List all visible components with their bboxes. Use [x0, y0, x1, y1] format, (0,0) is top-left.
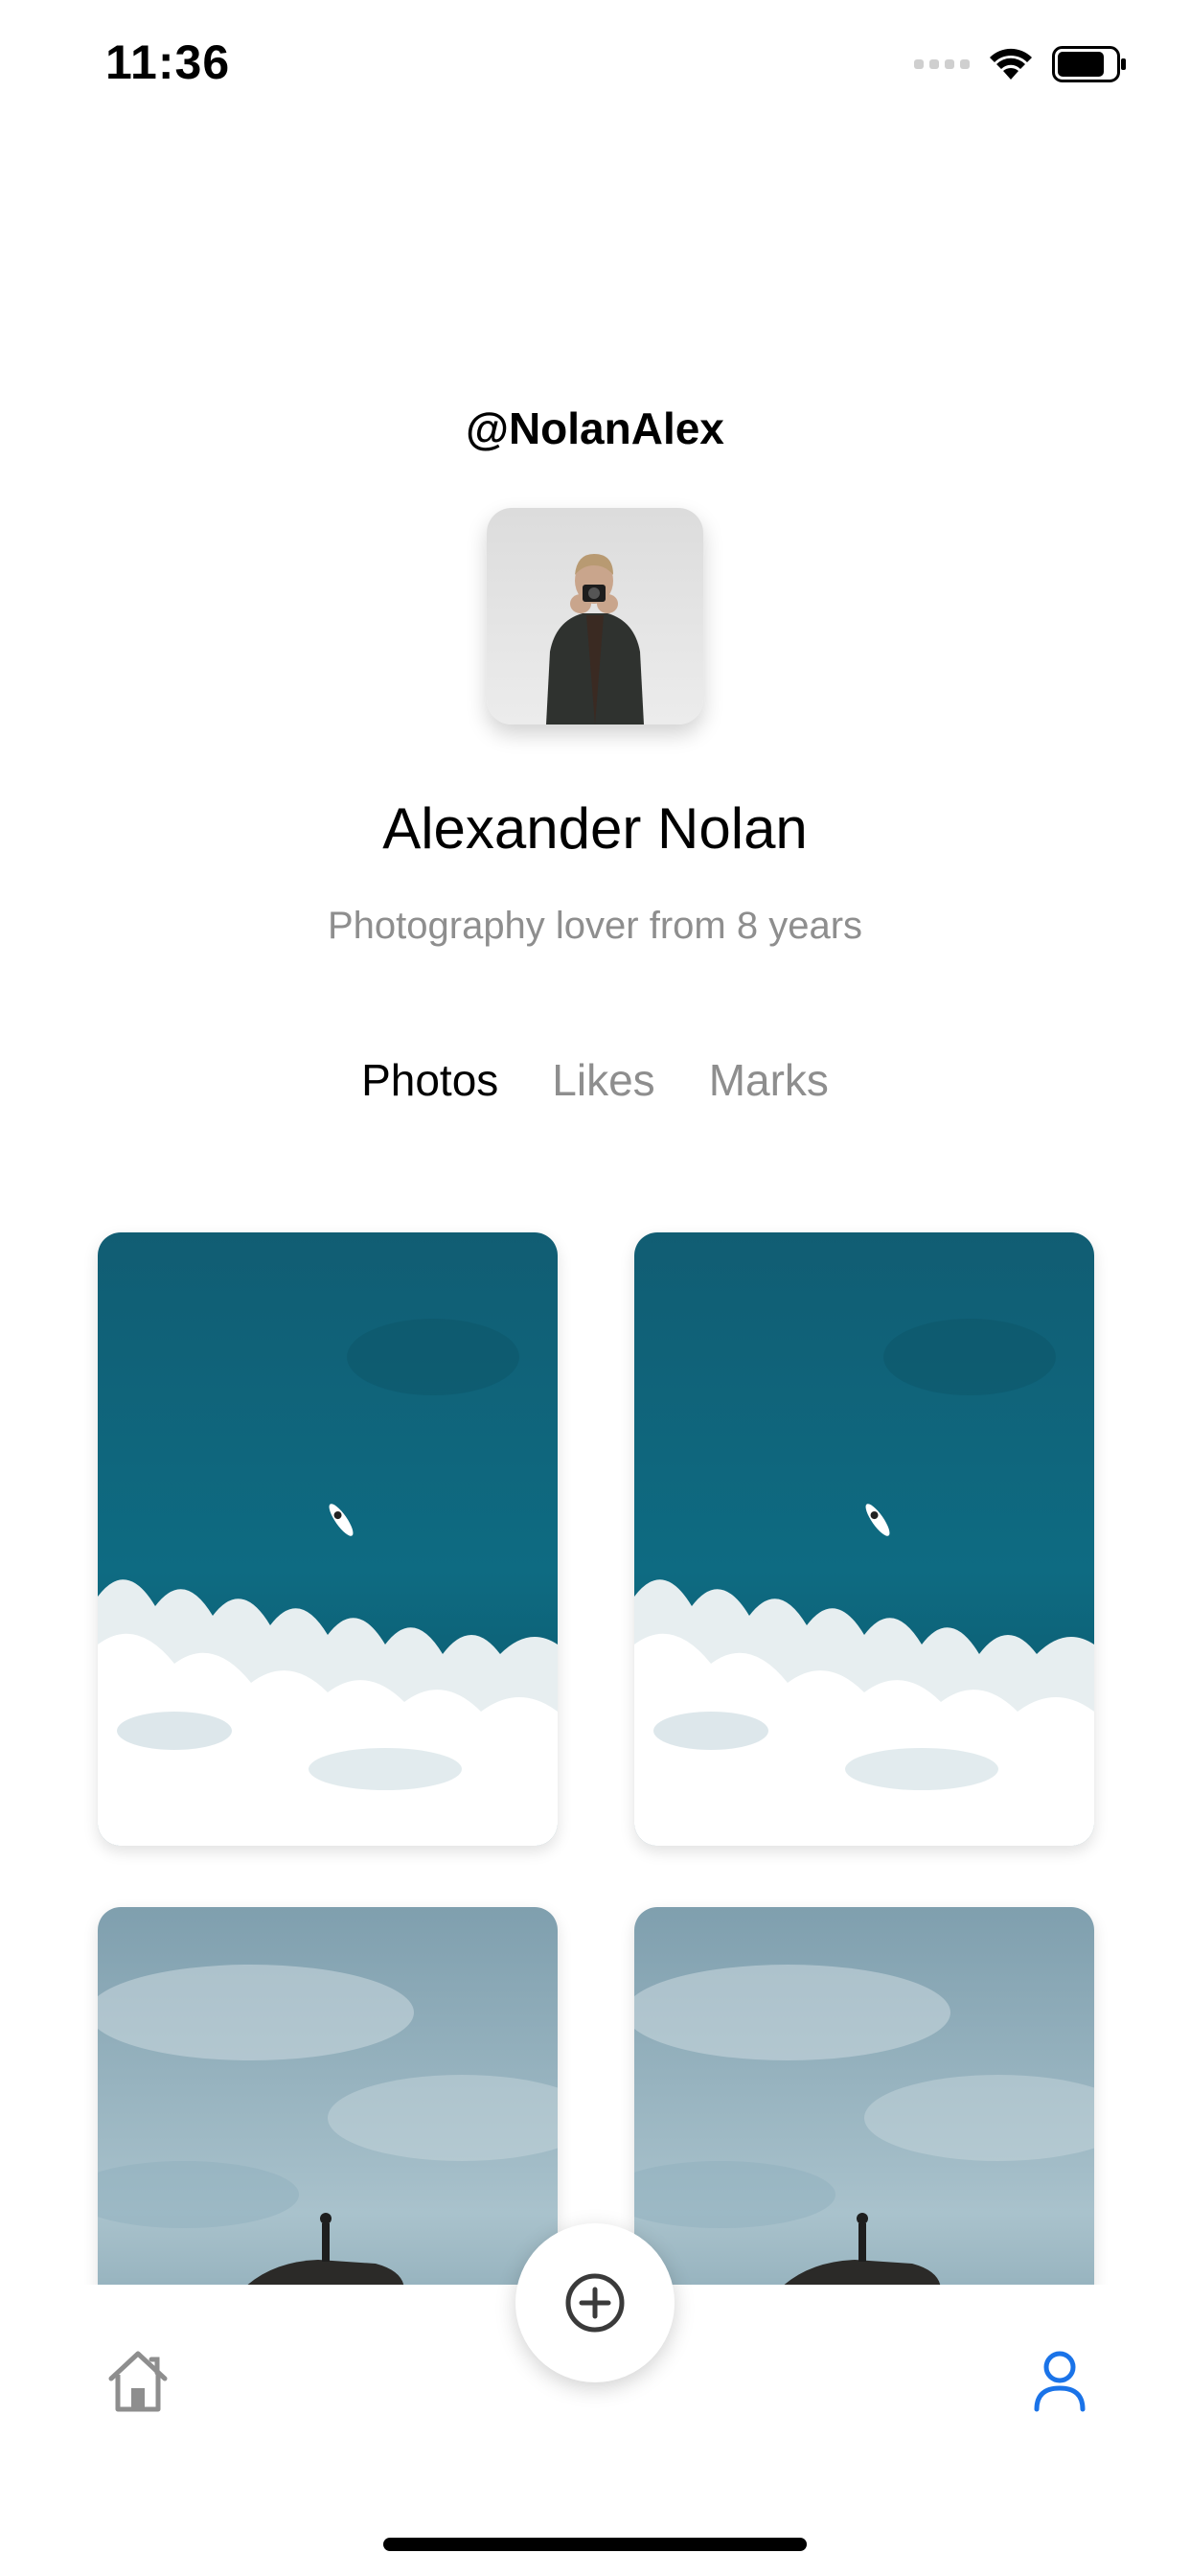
status-time: 11:36	[105, 35, 231, 89]
battery-icon	[1052, 46, 1126, 82]
status-bar: 11:36	[0, 0, 1190, 126]
profile-bio: Photography lover from 8 years	[327, 905, 863, 947]
wifi-icon	[990, 48, 1032, 80]
username: @NolanAlex	[466, 403, 724, 453]
profile-tabs: Photos Likes Marks	[0, 1054, 1190, 1106]
photo-grid[interactable]	[0, 1188, 1190, 2285]
home-icon[interactable]	[103, 2346, 172, 2415]
photo-card-ocean[interactable]	[634, 1232, 1094, 1846]
photo-card-sky[interactable]	[98, 1907, 558, 2285]
tab-likes[interactable]: Likes	[552, 1054, 654, 1106]
avatar	[487, 508, 703, 724]
profile-name: Alexander Nolan	[382, 796, 808, 861]
add-icon	[565, 2273, 625, 2333]
tab-photos[interactable]: Photos	[361, 1054, 498, 1106]
profile-icon[interactable]	[1031, 2346, 1088, 2415]
status-icons	[914, 46, 1127, 82]
home-indicator	[383, 2538, 807, 2551]
add-button[interactable]	[515, 2223, 675, 2382]
tab-marks[interactable]: Marks	[709, 1054, 829, 1106]
photo-card-ocean[interactable]	[98, 1232, 558, 1846]
photo-card-sky[interactable]	[634, 1907, 1094, 2285]
signal-icon	[914, 59, 970, 69]
